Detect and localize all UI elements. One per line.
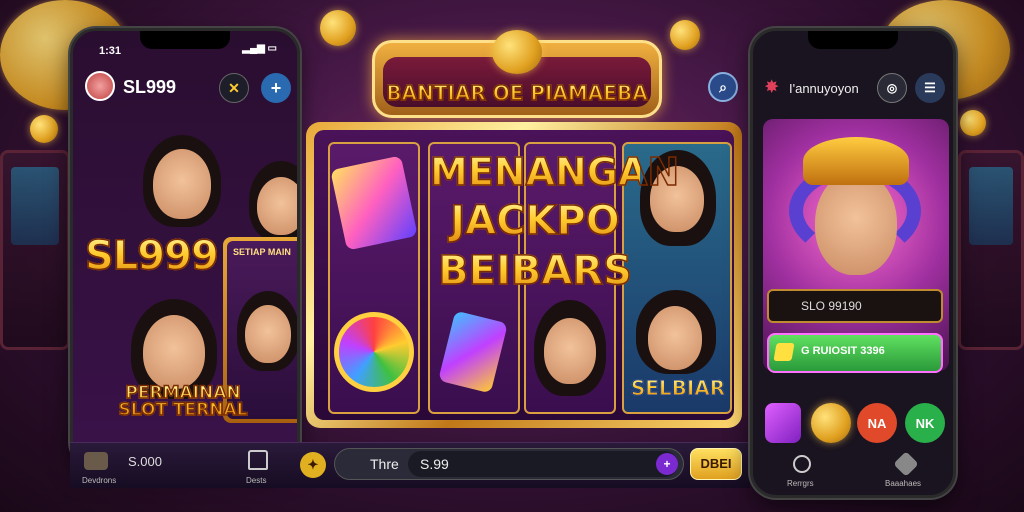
cta-icon <box>773 343 795 361</box>
headline-line1: MENANGAN <box>429 149 680 195</box>
signal-icon: ▂▄▆ ▭ <box>242 43 277 54</box>
promo-text: PERMAINAN SLOT TERNAL <box>113 384 253 420</box>
tab-na-label: NA <box>867 415 887 431</box>
headline-line3: BEIBARS <box>430 247 640 295</box>
bet-value: S.99 <box>420 456 449 472</box>
nav-label-left: Devdrons <box>82 476 117 485</box>
coin-decor <box>960 110 986 136</box>
nav-label-right-phone-left: Rerrgrs <box>787 479 814 488</box>
left-phone: 1:31 ▂▄▆ ▭ SL999 ✕ + SL999 SETIAP MAIN P… <box>70 28 300 468</box>
search-icon[interactable]: ⌕ <box>708 72 738 102</box>
promo-card-label: SETIAP MAIN <box>233 247 291 257</box>
coin-decor <box>670 20 700 50</box>
wallet-icon[interactable] <box>84 452 108 470</box>
bet-prefix: Thre <box>370 456 399 472</box>
star-icon[interactable]: ✦ <box>300 452 326 478</box>
add-bet-icon[interactable]: + <box>656 453 678 475</box>
bg-slot-machine-right <box>958 150 1024 350</box>
coin-decor <box>30 115 58 143</box>
gem-tab-icon[interactable] <box>765 403 801 443</box>
bg-slot-machine-left <box>0 150 70 350</box>
tab-nk[interactable]: NK <box>905 403 945 443</box>
character-face <box>257 177 297 235</box>
search-nav-icon[interactable] <box>793 455 811 473</box>
character-face <box>544 318 596 384</box>
store-icon[interactable]: ◎ <box>877 73 907 103</box>
menu-icon[interactable]: ☰ <box>915 73 945 103</box>
hero-face <box>815 171 897 275</box>
logo-text: SL999 <box>84 232 219 280</box>
spin-button-label: DBEI <box>700 456 732 471</box>
phone-notch <box>808 31 898 49</box>
app-title: I'annuyoyon <box>789 81 859 96</box>
balance-text: S.000 <box>128 454 162 469</box>
value-field-text: SLO 99190 <box>801 299 862 313</box>
character-face <box>245 305 291 363</box>
status-time: 1:31 <box>99 45 122 57</box>
tab-na[interactable]: NA <box>857 403 897 443</box>
wheel-symbol <box>334 312 414 392</box>
banner-title: BANTIAR OE PIAMAEBA <box>375 80 659 106</box>
game-icon[interactable]: ✕ <box>219 73 249 103</box>
username: SL999 <box>123 77 177 97</box>
hero-helmet <box>803 137 909 185</box>
badge-text: SELBIAR <box>628 376 728 401</box>
character-face <box>153 149 211 219</box>
coin-decor <box>320 10 356 46</box>
phone-notch <box>140 31 230 49</box>
right-phone: ✸ I'annuyoyon ◎ ☰ SLO 99190 G RUIOSIT 33… <box>750 28 956 498</box>
character-face <box>143 315 205 389</box>
home-icon[interactable] <box>248 450 268 470</box>
tab-nk-label: NK <box>915 415 935 431</box>
coin-tab-icon[interactable] <box>811 403 851 443</box>
settings-nav-icon[interactable] <box>893 451 919 477</box>
user-avatar[interactable] <box>85 71 115 101</box>
headline-line2: JACKPO <box>430 197 640 245</box>
app-logo-icon: ✸ <box>765 79 779 96</box>
plus-icon[interactable]: + <box>261 73 291 103</box>
character-face <box>648 306 702 370</box>
nav-label-center: Dests <box>246 476 267 485</box>
banner-emblem <box>492 30 542 74</box>
cta-label: G RUIOSIT 3396 <box>801 345 885 357</box>
nav-label-right-phone-right: Baaahaes <box>885 479 922 488</box>
